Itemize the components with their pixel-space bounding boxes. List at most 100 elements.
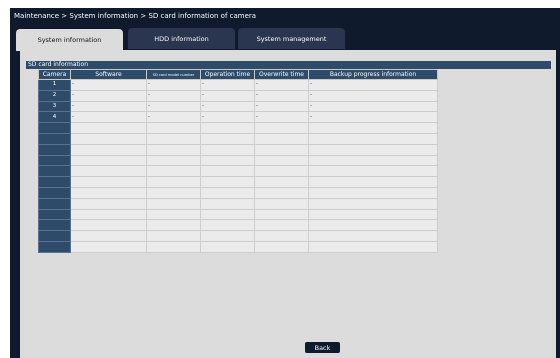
table-cell [308, 132, 438, 145]
table-row [38, 240, 438, 253]
camera-number-cell: 1 [38, 79, 71, 91]
table-cell [146, 208, 201, 221]
table-cell [254, 186, 309, 199]
table-cell [146, 219, 201, 232]
table-cell: - [200, 111, 255, 124]
table-cell [70, 208, 147, 221]
table-cell [254, 197, 309, 210]
column-header-backup-progress: Backup progress information [308, 69, 438, 80]
camera-number-cell [38, 197, 71, 210]
table-row [38, 186, 438, 199]
table-cell [254, 143, 309, 156]
camera-number-cell [38, 132, 71, 145]
column-header-software: Software [70, 69, 147, 80]
table-cell [200, 122, 255, 134]
table-cell: - [308, 111, 438, 124]
table-cell [200, 208, 255, 221]
table-cell [200, 186, 255, 199]
camera-number-cell [38, 219, 71, 232]
table-cell [146, 132, 201, 145]
table-cell: - [254, 89, 309, 102]
table-cell [146, 230, 201, 242]
table-cell: - [200, 100, 255, 113]
camera-number-cell [38, 176, 71, 188]
table-cell [308, 219, 438, 232]
table-row: 2----- [38, 89, 438, 102]
table-body: 1-----2-----3-----4----- [38, 79, 438, 253]
table-cell [308, 240, 438, 253]
table-cell: - [146, 79, 201, 91]
table-cell [200, 240, 255, 253]
table-cell [308, 122, 438, 134]
table-cell [254, 154, 309, 167]
table-cell [146, 143, 201, 156]
table-cell [70, 186, 147, 199]
table-cell: - [70, 89, 147, 102]
table-cell [200, 165, 255, 178]
table-cell [308, 165, 438, 178]
table-row [38, 219, 438, 232]
table-cell: - [254, 79, 309, 91]
table-cell [308, 143, 438, 156]
table-cell [308, 186, 438, 199]
table-row [38, 154, 438, 167]
column-header-sd-card-model: SD card model number [146, 69, 201, 80]
table-row [38, 132, 438, 145]
table-row: 1----- [38, 79, 438, 91]
table-row: 3----- [38, 100, 438, 113]
table-cell [308, 154, 438, 167]
table-row: 4----- [38, 111, 438, 124]
table-cell [146, 122, 201, 134]
table-cell: - [70, 79, 147, 91]
table-cell: - [146, 89, 201, 102]
table-cell [70, 154, 147, 167]
camera-number-cell [38, 122, 71, 134]
table-cell: - [308, 79, 438, 91]
table-cell: - [254, 100, 309, 113]
table-cell: - [200, 89, 255, 102]
table-cell [146, 240, 201, 253]
camera-number-cell [38, 230, 71, 242]
sd-card-table: Camera Software SD card model number Ope… [38, 69, 438, 253]
tab-hdd-information[interactable]: HDD information [128, 28, 235, 49]
table-cell [70, 197, 147, 210]
camera-number-cell: 2 [38, 89, 71, 102]
camera-number-cell [38, 154, 71, 167]
table-cell [70, 176, 147, 188]
table-cell [70, 230, 147, 242]
table-cell [146, 197, 201, 210]
table-cell [254, 240, 309, 253]
table-cell [308, 176, 438, 188]
table-cell [200, 143, 255, 156]
table-cell [254, 230, 309, 242]
table-row [38, 165, 438, 178]
back-button[interactable]: Back [305, 342, 340, 353]
table-row [38, 230, 438, 242]
camera-number-cell: 3 [38, 100, 71, 113]
tab-system-information[interactable]: System information [16, 29, 123, 51]
app-window: Maintenance > System information > SD ca… [10, 8, 560, 358]
table-cell [70, 165, 147, 178]
tab-system-management[interactable]: System management [238, 28, 345, 49]
table-cell [200, 132, 255, 145]
table-row [38, 122, 438, 134]
table-cell [254, 208, 309, 221]
table-cell: - [200, 79, 255, 91]
table-cell [146, 154, 201, 167]
table-cell [254, 132, 309, 145]
table-cell [200, 154, 255, 167]
table-row [38, 143, 438, 156]
column-header-camera: Camera [38, 69, 71, 80]
content-panel: SD card information Camera Software SD c… [20, 50, 556, 358]
table-cell [200, 219, 255, 232]
table-cell [308, 197, 438, 210]
column-header-operation-time: Operation time [200, 69, 255, 80]
section-title: SD card information [26, 61, 551, 69]
table-cell: - [70, 111, 147, 124]
table-cell [200, 197, 255, 210]
table-cell [70, 219, 147, 232]
camera-number-cell: 4 [38, 111, 71, 124]
table-cell: - [308, 89, 438, 102]
table-row [38, 208, 438, 221]
table-cell [70, 122, 147, 134]
